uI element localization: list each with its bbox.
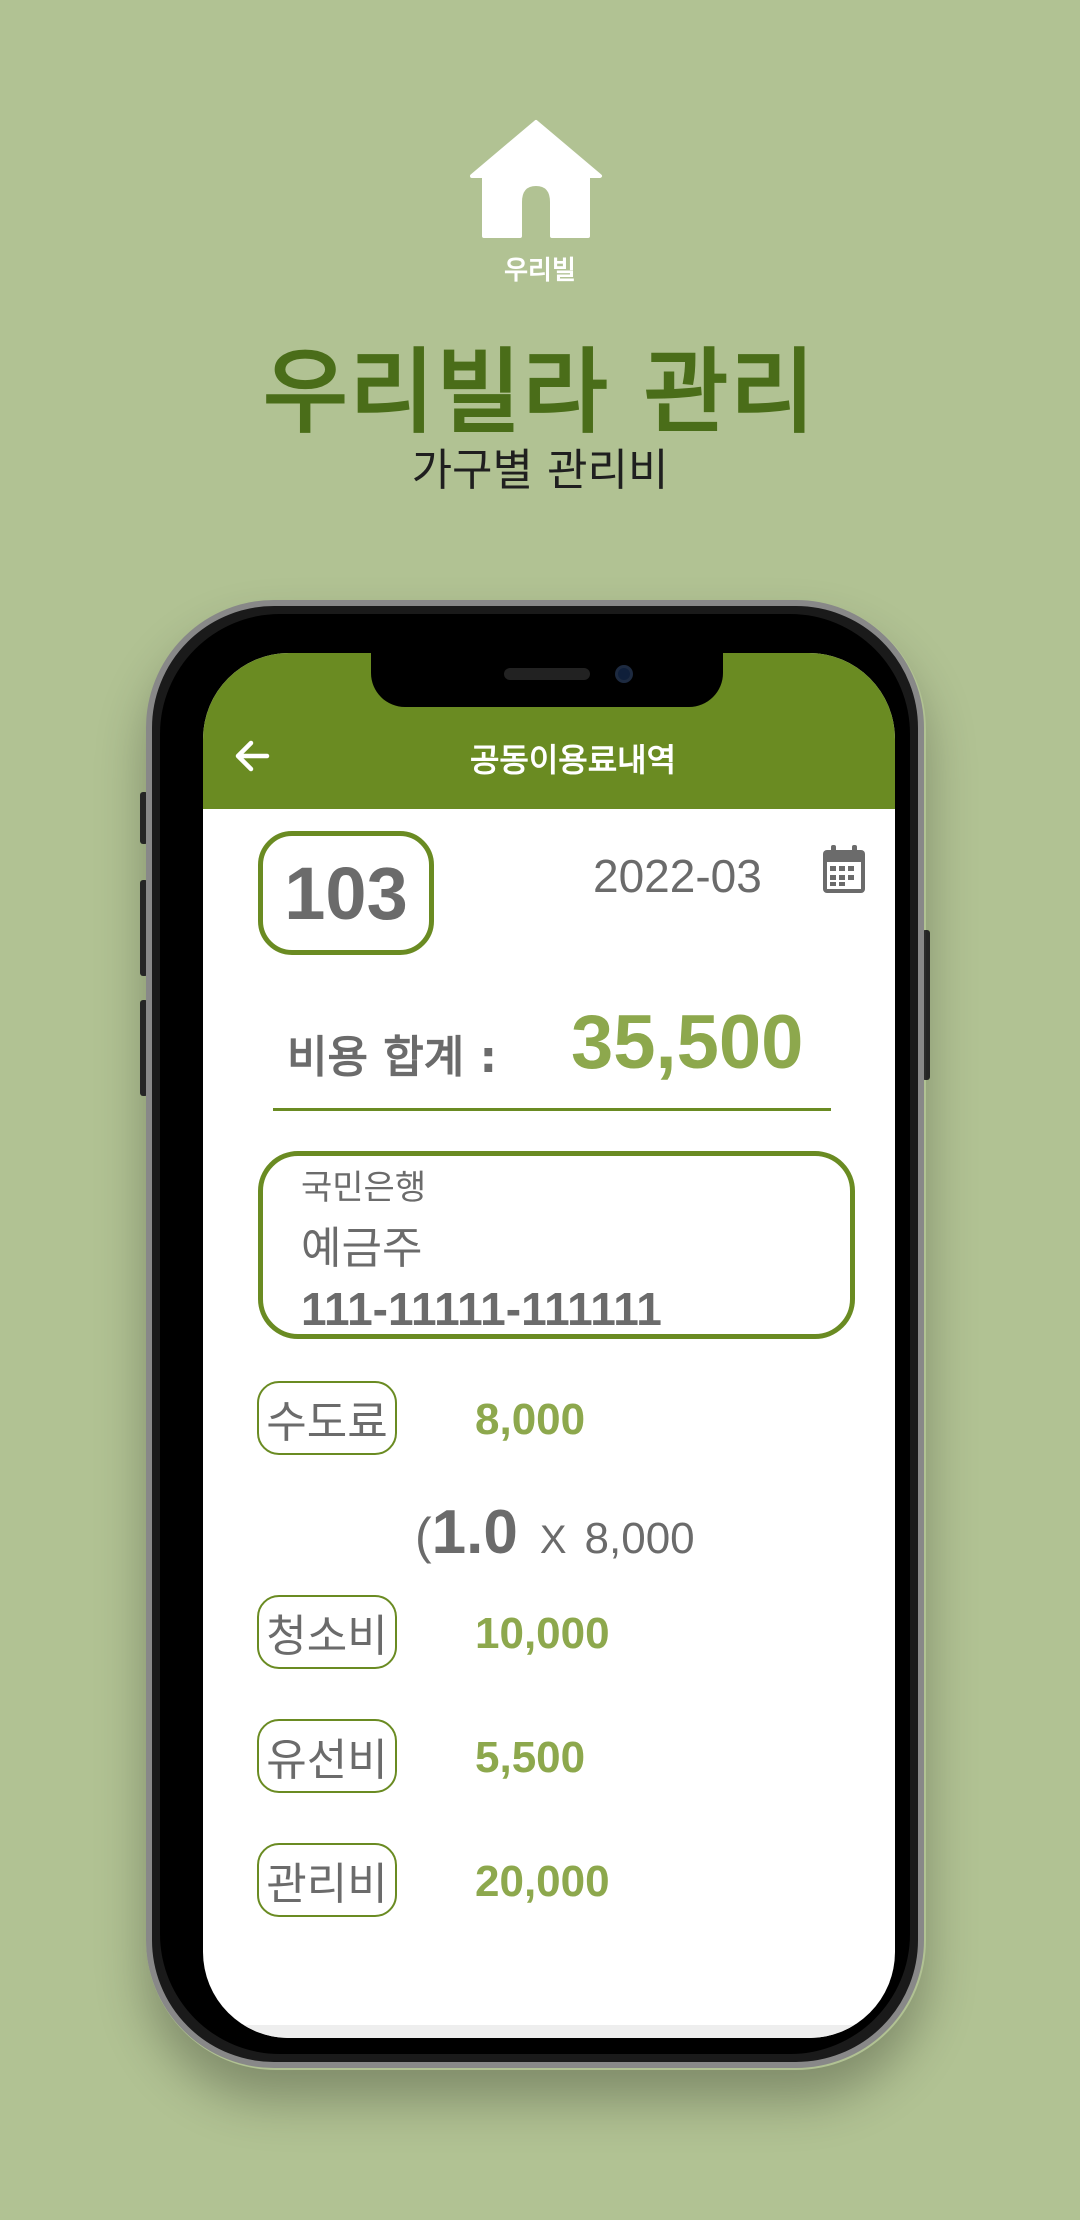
phone-bezel: 공동이용료내역 103 2022-03 비용 합계 : 35,500 국민은행 …: [160, 614, 910, 2054]
fee-amount-cleaning: 10,000: [475, 1609, 610, 1658]
water-fee-formula: (1.0 X 8,000: [415, 1497, 695, 1568]
app-screen: 공동이용료내역 103 2022-03 비용 합계 : 35,500 국민은행 …: [203, 653, 895, 2038]
total-divider: [273, 1108, 831, 1111]
fee-tag-cleaning: 청소비: [257, 1595, 397, 1669]
account-holder: 예금주: [301, 1223, 423, 1274]
total-cost-label: 비용 합계 :: [287, 1032, 498, 1083]
calendar-icon[interactable]: [821, 845, 867, 895]
formula-times: X: [539, 1518, 567, 1562]
total-cost-value: 35,500: [571, 1000, 804, 1085]
account-number[interactable]: 111-11111-111111: [301, 1282, 662, 1336]
phone-speaker: [504, 668, 590, 680]
phone-camera: [615, 665, 633, 683]
phone-notch: [371, 653, 723, 707]
fee-tag-cable: 유선비: [257, 1719, 397, 1793]
phone-frame: 공동이용료내역 103 2022-03 비용 합계 : 35,500 국민은행 …: [146, 600, 924, 2068]
fee-amount-water: 8,000: [475, 1395, 586, 1444]
bottom-edge-strip: [203, 2025, 895, 2038]
fee-tag-water: 수도료: [257, 1381, 397, 1455]
water-unit-rate: 8,000: [584, 1514, 695, 1563]
month-text[interactable]: 2022-03: [593, 849, 762, 903]
logo-text: 우리빌: [504, 256, 576, 286]
house-logo-icon: [470, 120, 602, 238]
promo-headline: 우리빌라 관리: [263, 339, 817, 446]
water-usage-quantity: 1.0: [431, 1498, 518, 1567]
fee-amount-cable: 5,500: [475, 1733, 586, 1782]
bank-name: 국민은행: [301, 1168, 427, 1208]
promo-subline: 가구별 관리비: [411, 445, 669, 496]
formula-open-paren: (: [415, 1508, 432, 1564]
unit-number-badge[interactable]: 103: [258, 831, 434, 955]
bank-account-card: 국민은행 예금주 111-11111-111111: [258, 1151, 855, 1339]
fee-amount-management: 20,000: [475, 1857, 610, 1906]
fee-tag-management: 관리비: [257, 1843, 397, 1917]
app-bar-title: 공동이용료내역: [469, 741, 677, 779]
